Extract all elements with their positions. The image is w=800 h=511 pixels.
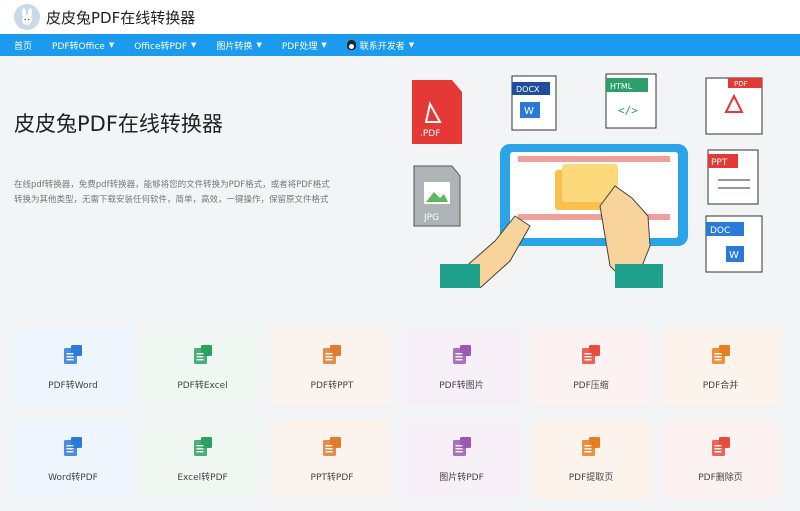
tool-tile[interactable]: PDF压缩 — [532, 328, 650, 406]
tablet-illustration — [500, 144, 688, 246]
pdf-merge-icon — [710, 344, 732, 366]
chevron-down-icon: ▼ — [191, 41, 197, 49]
nav-item[interactable]: 首页 — [0, 39, 42, 52]
nav-item-label: 图片转换 — [216, 41, 253, 52]
tool-tile-label: PDF合并 — [702, 380, 739, 391]
pdf-compress-icon — [580, 344, 602, 366]
tool-tile-label: Excel转PDF — [177, 472, 228, 483]
document-label: PPT — [711, 158, 728, 168]
pdf-delete-icon — [710, 436, 732, 458]
tool-tile[interactable]: PDF转图片 — [402, 328, 521, 406]
nav-item-label: Office转PDF — [134, 41, 188, 52]
tool-tile-label: Word转PDF — [48, 472, 98, 483]
pdf-to-excel-icon — [192, 344, 214, 366]
tool-tile[interactable]: 图片转PDF — [402, 420, 521, 498]
word-to-pdf-icon — [62, 436, 84, 458]
tool-tile[interactable]: PDF转Excel — [143, 328, 262, 406]
chevron-down-icon: ▼ — [408, 41, 415, 49]
ppt-document-icon: PPT — [707, 149, 759, 205]
tool-tile[interactable]: PDF合并 — [661, 328, 780, 406]
document-label: JPG — [423, 213, 439, 223]
document-label: DOCX — [516, 85, 540, 94]
pdf-red-document-icon: .PDF — [412, 80, 462, 144]
docx-document-icon: DOCX W — [511, 75, 557, 131]
pdf-to-word-icon — [62, 344, 84, 366]
tool-tile-label: PDF转Word — [48, 380, 98, 391]
document-label: DOC — [710, 226, 730, 236]
penguin-icon — [346, 40, 356, 50]
pdf-extract-icon — [580, 436, 602, 458]
pdf-to-ppt-icon — [321, 344, 343, 366]
nav-item[interactable]: PDF处理 ▼ — [272, 39, 337, 52]
chevron-down-icon: ▼ — [321, 41, 327, 49]
nav-item-label: 首页 — [14, 41, 33, 52]
tool-tile-label: 图片转PDF — [439, 472, 484, 483]
hero-illustration: .PDF DOCX W HTML </> PDF JPG PPT DOC W — [412, 73, 763, 288]
nav-item[interactable]: 联系开发者 ▼ — [337, 39, 424, 52]
rabbit-logo-icon[interactable] — [14, 4, 40, 30]
tool-tile[interactable]: PPT转PDF — [273, 420, 391, 498]
chevron-down-icon: ▼ — [108, 41, 115, 49]
jpg-document-icon: JPG — [413, 165, 461, 227]
brand-name[interactable]: 皮皮兔PDF在线转换器 — [46, 7, 195, 28]
hero-description: 在线pdf转换器，免费pdf转换器，能够将您的文件转换为PDF格式，或者将PDF… — [14, 180, 330, 205]
tool-tile-label: PDF转Excel — [177, 380, 228, 391]
pdf-to-image-icon — [451, 344, 473, 366]
top-bar: 皮皮兔PDF在线转换器 — [0, 0, 800, 34]
hero-title: 皮皮兔PDF在线转换器 — [14, 112, 223, 136]
tool-tile-label: PDF提取页 — [568, 472, 614, 483]
main-nav: 首页 PDF转Office ▼ Office转PDF ▼ 图片转换 ▼ PDF处理 ▼ 联系开发者… — [0, 34, 800, 56]
document-label: .PDF — [420, 129, 440, 139]
image-to-pdf-icon — [451, 436, 473, 458]
svg-text:W: W — [524, 106, 534, 117]
nav-item[interactable]: 图片转换 ▼ — [206, 39, 271, 52]
tool-tile-label: PDF转PPT — [310, 380, 354, 391]
tool-tile[interactable]: Word转PDF — [14, 420, 132, 498]
html-document-icon: HTML </> — [605, 73, 657, 129]
ppt-to-pdf-icon — [321, 436, 343, 458]
tool-tile[interactable]: Excel转PDF — [143, 420, 262, 498]
tool-tile-label: PDF压缩 — [573, 380, 609, 391]
doc-document-icon: DOC W — [705, 215, 763, 273]
svg-text:</>: </> — [618, 104, 638, 117]
tool-tile-label: PDF转图片 — [439, 380, 484, 391]
nav-item[interactable]: PDF转Office ▼ — [42, 39, 124, 52]
nav-item-label: 联系开发者 — [359, 41, 405, 52]
tool-tile[interactable]: PDF提取页 — [532, 420, 650, 498]
pdf-document-icon: PDF — [705, 77, 763, 135]
svg-text:W: W — [729, 250, 739, 261]
document-label: PDF — [734, 80, 748, 88]
nav-item-label: PDF转Office — [52, 41, 105, 52]
excel-to-pdf-icon — [192, 436, 214, 458]
tool-tile[interactable]: PDF转PPT — [273, 328, 391, 406]
document-label: HTML — [610, 82, 633, 91]
chevron-down-icon: ▼ — [256, 41, 262, 49]
tool-tile-label: PPT转PDF — [310, 472, 354, 483]
nav-item-label: PDF处理 — [281, 41, 318, 52]
tool-tile-label: PDF删除页 — [698, 472, 743, 483]
tool-tile[interactable]: PDF转Word — [14, 328, 132, 406]
nav-item[interactable]: Office转PDF ▼ — [124, 39, 206, 52]
tool-tile[interactable]: PDF删除页 — [661, 420, 780, 498]
